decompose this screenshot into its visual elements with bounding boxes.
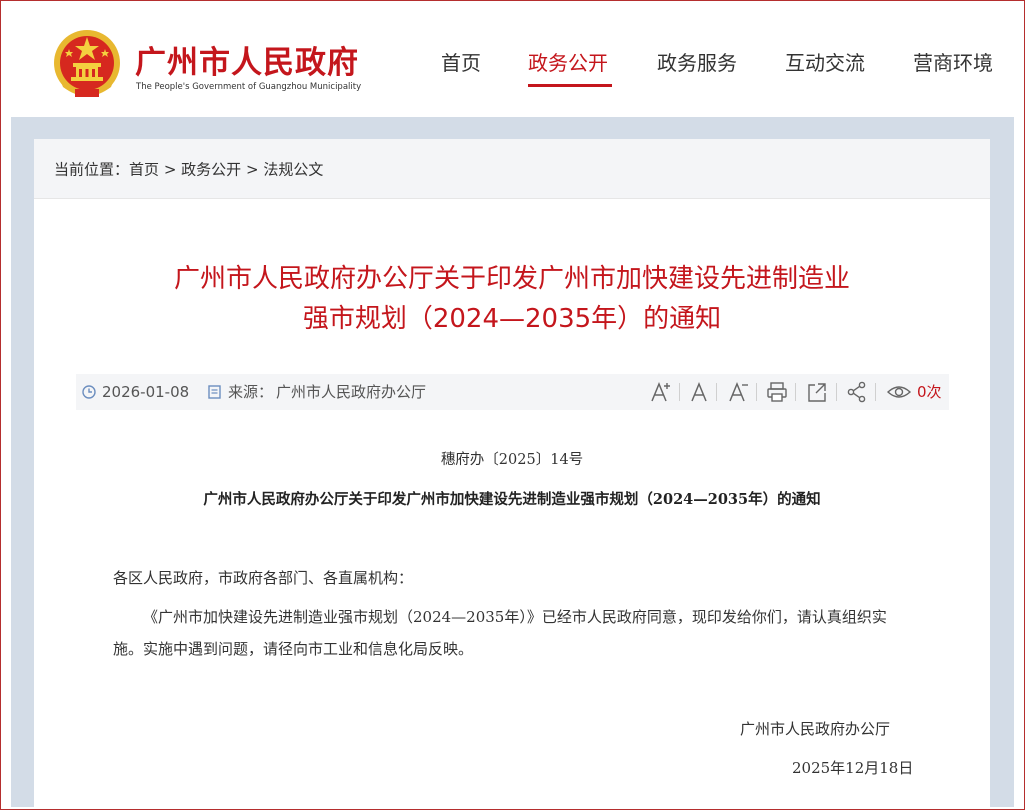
breadcrumb-item-regulations[interactable]: 法规公文	[263, 161, 323, 179]
nav-item-home[interactable]: 首页	[441, 47, 481, 76]
article-info-bar: 2026-01-08 来源： 广州市人民政府办公厅 0次	[76, 374, 949, 410]
site-subtitle: The People's Government of Guangzhou Mun…	[136, 82, 362, 92]
source-name: 广州市人民政府办公厅	[276, 383, 427, 401]
breadcrumb: 当前位置：首页 > 政务公开 > 法规公文	[34, 139, 990, 199]
article-title-line2: 强市规划（2024—2035年）的通知	[302, 304, 722, 334]
nav-item-business-environment[interactable]: 营商环境	[913, 47, 993, 76]
font-reset-icon[interactable]	[690, 380, 708, 404]
signature-organization: 广州市人民政府办公厅	[740, 720, 891, 738]
nav-item-interaction[interactable]: 互动交流	[785, 47, 865, 76]
publish-date: 2026-01-08	[102, 383, 190, 401]
nav-active-indicator	[528, 84, 612, 87]
document-salutation: 各区人民政府，市政府各部门、各直属机构：	[113, 569, 414, 587]
print-icon[interactable]	[766, 380, 788, 404]
nav-item-government-services[interactable]: 政务服务	[657, 47, 737, 76]
tool-separator	[795, 383, 796, 401]
site-title[interactable]: 广州市人民政府	[135, 37, 359, 82]
font-smaller-icon[interactable]	[728, 380, 750, 404]
breadcrumb-item-home[interactable]: 首页	[129, 161, 159, 179]
document-source-icon	[208, 385, 221, 399]
nav-item-government-affairs[interactable]: 政务公开	[528, 47, 608, 76]
view-count: 0次	[917, 383, 942, 401]
breadcrumb-separator: >	[245, 160, 259, 179]
document-heading: 广州市人民政府办公厅关于印发广州市加快建设先进制造业强市规划（2024—2035…	[203, 491, 821, 508]
breadcrumb-prefix: 当前位置：	[54, 160, 130, 179]
font-larger-icon[interactable]	[650, 380, 672, 404]
tool-separator	[875, 383, 876, 401]
breadcrumb-separator: >	[163, 160, 177, 179]
tool-separator	[836, 383, 837, 401]
article-title-line1: 广州市人民政府办公厅关于印发广州市加快建设先进制造业	[173, 264, 850, 294]
document-paragraph: 《广州市加快建设先进制造业强市规划（2024—2035年）》已经市人民政府同意，…	[113, 608, 887, 658]
signature-date: 2025年12月18日	[792, 759, 914, 777]
site-header: 广州市人民政府 The People's Government of Guang…	[1, 1, 1024, 117]
tool-separator	[679, 383, 680, 401]
article-title: 广州市人民政府办公厅关于印发广州市加快建设先进制造业 强市规划（2024—203…	[94, 259, 930, 339]
tool-separator	[716, 383, 717, 401]
tool-separator	[756, 383, 757, 401]
breadcrumb-item-government-affairs[interactable]: 政务公开	[181, 161, 241, 179]
share-icon[interactable]	[846, 380, 868, 404]
source-label: 来源：	[228, 383, 274, 401]
eye-icon	[886, 386, 912, 398]
document-number: 穗府办〔2025〕14号	[440, 452, 584, 468]
national-emblem-icon	[54, 30, 120, 97]
share-out-icon[interactable]	[806, 380, 828, 404]
article-panel: 当前位置：首页 > 政务公开 > 法规公文 广州市人民政府办公厅关于印发广州市加…	[34, 139, 990, 807]
clock-icon	[82, 385, 96, 399]
